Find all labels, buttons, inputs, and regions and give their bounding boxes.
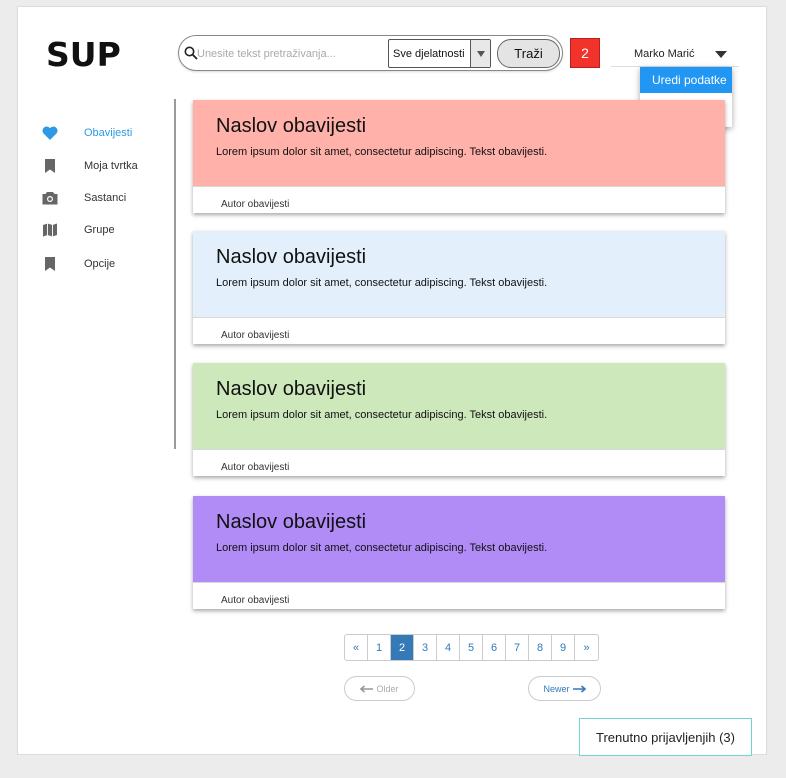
older-button[interactable]: Older [344,676,415,701]
pagination-page[interactable]: 8 [529,635,552,660]
search-button[interactable]: Traži [497,39,560,68]
sidebar-item-label: Sastanci [84,192,127,204]
online-users-button[interactable]: Trenutno prijavljenjih (3) [579,718,752,756]
bookmark-icon [42,256,58,272]
notification-card-body: Naslov obavijesti Lorem ipsum dolor sit … [193,496,725,583]
newer-button[interactable]: Newer [528,676,601,701]
pagination: « 1 2 3 4 5 6 7 8 9 » [344,634,599,661]
heart-icon [42,125,58,141]
user-menu[interactable]: Marko Marić [611,43,739,67]
bookmark-icon [42,158,58,174]
notification-author: Autor obavijesti [221,462,290,473]
notification-card-body: Naslov obavijesti Lorem ipsum dolor sit … [193,100,725,187]
notification-card[interactable]: Naslov obavijesti Lorem ipsum dolor sit … [193,496,725,609]
sidebar-item-label: Moja tvrtka [84,160,138,172]
sidebar-item-opcije[interactable]: Opcije [42,254,167,274]
notification-title: Naslov obavijesti [216,378,367,400]
pagination-page[interactable]: 9 [552,635,575,660]
notification-title: Naslov obavijesti [216,115,367,137]
notification-badge[interactable]: 2 [570,38,600,68]
pagination-next[interactable]: » [575,635,598,660]
notification-title: Naslov obavijesti [216,511,367,533]
notification-text: Lorem ipsum dolor sit amet, consectetur … [216,542,548,554]
pagination-page[interactable]: 1 [368,635,391,660]
category-select-value: Sve djelatnosti [393,48,465,60]
user-name: Marko Marić [634,48,695,60]
dropdown-item-edit-profile[interactable]: Uredi podatke [640,67,732,93]
search-input[interactable] [197,45,387,63]
sidebar-item-sastanci[interactable]: Sastanci [42,188,167,208]
caret-down-icon[interactable] [715,51,727,58]
pagination-page[interactable]: 2 [391,635,414,660]
logo: SUP [46,35,121,74]
notification-card[interactable]: Naslov obavijesti Lorem ipsum dolor sit … [193,363,725,476]
sidebar: Obavijesti Moja tvrtka Sastanci Grupe Op… [18,99,176,449]
camera-icon [42,190,58,206]
sidebar-item-label: Grupe [84,224,115,236]
pagination-page[interactable]: 3 [414,635,437,660]
pagination-page[interactable]: 6 [483,635,506,660]
arrow-left-icon [360,684,374,693]
chevron-down-icon[interactable] [470,40,490,67]
notification-title: Naslov obavijesti [216,246,367,268]
map-icon [42,222,58,238]
pagination-page[interactable]: 4 [437,635,460,660]
newer-label: Newer [543,683,570,694]
notification-card[interactable]: Naslov obavijesti Lorem ipsum dolor sit … [193,231,725,344]
pagination-page[interactable]: 5 [460,635,483,660]
sidebar-item-moja-tvrtka[interactable]: Moja tvrtka [42,156,167,176]
search-icon [184,46,198,60]
notification-text: Lorem ipsum dolor sit amet, consectetur … [216,146,548,158]
search-bar: Sve djelatnosti Traži [178,35,563,71]
sidebar-item-label: Obavijesti [84,127,133,139]
notification-author: Autor obavijesti [221,199,290,210]
page-container: SUP Sve djelatnosti Traži 2 Marko Marić … [17,6,767,756]
sidebar-item-label: Opcije [84,258,116,270]
pagination-prev[interactable]: « [345,635,368,660]
notification-text: Lorem ipsum dolor sit amet, consectetur … [216,277,548,289]
notification-card-body: Naslov obavijesti Lorem ipsum dolor sit … [193,231,725,318]
notification-author: Autor obavijesti [221,330,290,341]
category-select[interactable]: Sve djelatnosti [388,39,491,68]
sidebar-item-grupe[interactable]: Grupe [42,220,167,240]
arrow-right-icon [572,684,586,693]
notification-card-body: Naslov obavijesti Lorem ipsum dolor sit … [193,363,725,450]
notification-text: Lorem ipsum dolor sit amet, consectetur … [216,409,548,421]
notification-card[interactable]: Naslov obavijesti Lorem ipsum dolor sit … [193,100,725,213]
notification-author: Autor obavijesti [221,595,290,606]
older-label: Older [376,683,399,694]
sidebar-item-obavijesti[interactable]: Obavijesti [42,123,167,143]
pagination-page[interactable]: 7 [506,635,529,660]
